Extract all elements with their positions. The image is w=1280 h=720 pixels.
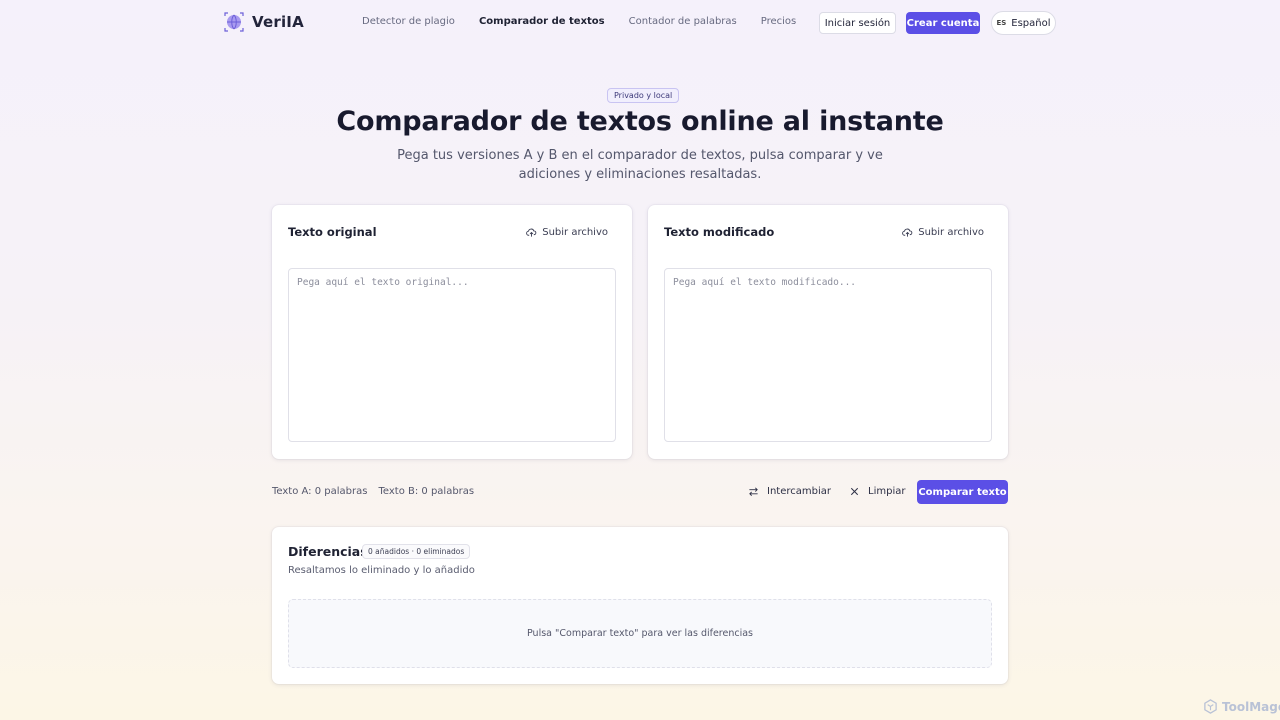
- globe-logo-icon: [224, 12, 244, 32]
- language-label: Español: [1011, 17, 1051, 29]
- differences-empty-message: Pulsa "Comparar texto" para ver las dife…: [526, 628, 753, 639]
- compare-button[interactable]: Comparar texto: [917, 480, 1008, 504]
- language-selector[interactable]: ES Español: [991, 11, 1056, 35]
- privacy-badge: Privado y local: [607, 88, 680, 103]
- upload-modified-label: Subir archivo: [918, 227, 984, 238]
- nav-link-precios[interactable]: Precios: [761, 16, 797, 27]
- login-button[interactable]: Iniciar sesión: [819, 12, 896, 34]
- original-text-input[interactable]: [288, 268, 616, 442]
- clear-label: Limpiar: [868, 486, 906, 497]
- toolmage-logo-icon: [1204, 699, 1217, 714]
- page-subtitle: Pega tus versiones A y B en el comparado…: [397, 148, 883, 182]
- cloud-upload-icon: [902, 228, 913, 237]
- clear-button[interactable]: Limpiar: [849, 486, 905, 497]
- differences-subtitle: Resaltamos lo eliminado y lo añadido: [288, 565, 475, 576]
- modified-text-card: Texto modificado Subir archivo: [648, 205, 1008, 459]
- differences-empty-state: Pulsa "Comparar texto" para ver las dife…: [288, 599, 992, 668]
- page-title: Comparador de textos online al instante: [336, 106, 944, 137]
- text-b-word-count: Texto B: 0 palabras: [378, 486, 475, 497]
- brand-name: VeriIA: [252, 13, 304, 31]
- nav-links: Detector de plagio Comparador de textos …: [362, 16, 796, 27]
- top-nav: VeriIA Detector de plagio Comparador de …: [0, 0, 1280, 44]
- signup-button[interactable]: Crear cuenta: [906, 12, 980, 34]
- swap-label: Intercambiar: [767, 486, 831, 497]
- watermark: ToolMage: [1203, 699, 1280, 714]
- differences-title: Diferencias: [288, 544, 368, 559]
- upload-modified-button[interactable]: Subir archivo: [902, 227, 984, 238]
- upload-original-label: Subir archivo: [542, 227, 608, 238]
- nav-link-comparador-de-textos[interactable]: Comparador de textos: [479, 16, 605, 27]
- differences-card: Diferencias 0 añadidos · 0 eliminados Re…: [272, 527, 1008, 684]
- word-counts: Texto A: 0 palabras Texto B: 0 palabras: [272, 486, 474, 497]
- modified-text-input[interactable]: [664, 268, 992, 442]
- modified-text-title: Texto modificado: [664, 225, 775, 239]
- swap-button[interactable]: Intercambiar: [748, 486, 831, 497]
- watermark-text: ToolMage: [1222, 699, 1280, 714]
- cloud-upload-icon: [526, 228, 537, 237]
- original-text-title: Texto original: [288, 225, 377, 239]
- brand[interactable]: VeriIA: [224, 12, 304, 32]
- original-text-card: Texto original Subir archivo: [272, 205, 632, 459]
- upload-original-button[interactable]: Subir archivo: [526, 227, 608, 238]
- close-icon: [850, 487, 859, 496]
- nav-link-contador-de-palabras[interactable]: Contador de palabras: [629, 16, 737, 27]
- swap-arrows-icon: [749, 487, 758, 496]
- differences-count-badge: 0 añadidos · 0 eliminados: [362, 544, 471, 559]
- language-code: ES: [996, 19, 1007, 27]
- text-a-word-count: Texto A: 0 palabras: [272, 486, 368, 497]
- nav-link-detector-de-plagio[interactable]: Detector de plagio: [362, 16, 455, 27]
